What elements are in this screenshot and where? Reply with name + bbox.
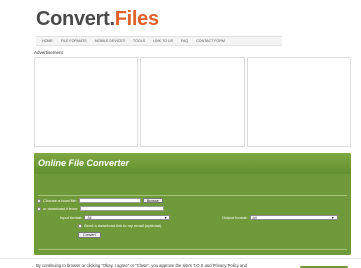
file-converter-panel: Online File Converter Choose a local fil… bbox=[34, 153, 351, 255]
download-label: or download it from: bbox=[43, 206, 79, 211]
converter-title: Online File Converter bbox=[38, 158, 130, 168]
nav-contact-form[interactable]: CONTACT FORM bbox=[188, 39, 225, 43]
ad-slot[interactable] bbox=[246, 57, 351, 147]
chevron-down-icon: ▼ bbox=[331, 216, 335, 220]
logo-part1: Convert. bbox=[36, 8, 115, 30]
download-url-input[interactable] bbox=[80, 206, 165, 211]
send-link-checkbox[interactable] bbox=[78, 223, 82, 228]
local-file-row: Choose a local file: Browse bbox=[37, 198, 163, 203]
input-format-row: Input format: All ▼ bbox=[60, 215, 171, 220]
nav-tools[interactable]: TOOLS bbox=[125, 39, 145, 43]
ad-slot[interactable] bbox=[140, 57, 245, 147]
download-url-row: or download it from: bbox=[37, 206, 165, 211]
browse-button[interactable]: Browse bbox=[142, 198, 163, 203]
download-url-radio[interactable] bbox=[37, 206, 41, 211]
local-file-input[interactable] bbox=[78, 198, 141, 203]
converter-header: Online File Converter bbox=[34, 153, 351, 174]
nav-link-to-us[interactable]: LINK TO US bbox=[145, 39, 173, 43]
send-link-label: Send a download link to my email (option… bbox=[84, 223, 162, 228]
output-format-value: All bbox=[252, 216, 257, 220]
ad-slot[interactable] bbox=[34, 57, 139, 147]
main-nav: HOME FILE FORMATS MOBILE DEVICES TOOLS L… bbox=[36, 36, 282, 46]
nav-home[interactable]: HOME bbox=[36, 39, 53, 43]
output-format-select[interactable]: All ▼ bbox=[249, 215, 338, 220]
output-format-row: Output format: All ▼ bbox=[222, 215, 338, 220]
convert-button[interactable]: Convert bbox=[78, 232, 101, 238]
converter-divider bbox=[38, 195, 347, 196]
local-file-radio[interactable] bbox=[37, 198, 41, 203]
output-format-label: Output format: bbox=[222, 215, 248, 220]
advertisement-label: Advertisement bbox=[34, 50, 63, 55]
input-format-label: Input format: bbox=[60, 215, 83, 220]
cookie-text: By continuing to browse or clicking "Oka… bbox=[36, 263, 247, 268]
chevron-down-icon: ▼ bbox=[163, 216, 168, 220]
nav-file-formats[interactable]: FILE FORMATS bbox=[53, 39, 87, 43]
logo-part2: Files bbox=[114, 8, 159, 30]
choose-local-label: Choose a local file: bbox=[43, 198, 77, 203]
send-link-row: Send a download link to my email (option… bbox=[78, 223, 161, 228]
cookie-banner: By continuing to browse or clicking "Oka… bbox=[0, 258, 361, 268]
converter-bottom-divider bbox=[38, 249, 347, 250]
convert-row: Convert bbox=[78, 232, 101, 238]
input-format-select[interactable]: All ▼ bbox=[84, 215, 171, 220]
advertisement-row bbox=[34, 57, 351, 147]
input-format-value: All bbox=[87, 216, 92, 220]
nav-faq[interactable]: FAQ bbox=[173, 39, 188, 43]
site-logo[interactable]: Convert.Files bbox=[36, 8, 159, 31]
nav-mobile-devices[interactable]: MOBILE DEVICES bbox=[87, 39, 125, 43]
